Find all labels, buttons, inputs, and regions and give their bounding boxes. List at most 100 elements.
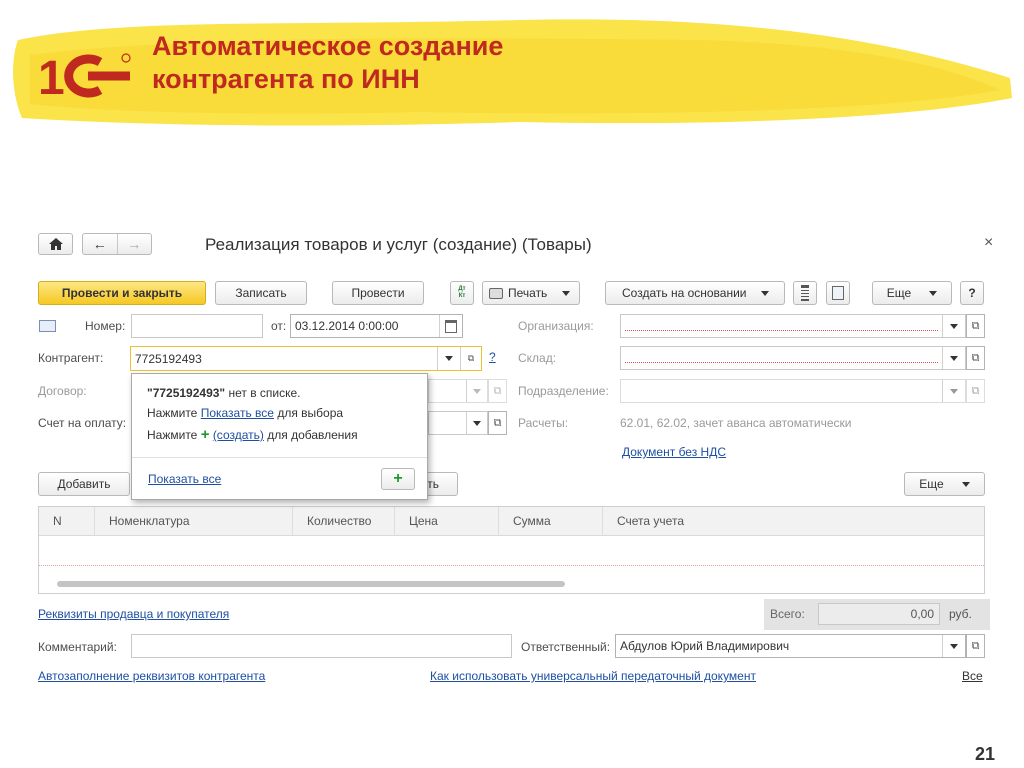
table-empty-row-line bbox=[39, 565, 984, 566]
report-button[interactable] bbox=[793, 281, 817, 305]
organization-field[interactable] bbox=[620, 314, 966, 338]
slide-title-line1: Автоматическое создание bbox=[152, 31, 504, 61]
post-and-close-button[interactable]: Провести и закрыть bbox=[38, 281, 206, 305]
popup-press-text: Нажмите bbox=[147, 406, 198, 420]
home-button[interactable] bbox=[38, 233, 73, 255]
post-button[interactable]: Провести bbox=[332, 281, 424, 305]
plus-icon: + bbox=[200, 426, 210, 443]
document-status-icon bbox=[39, 320, 56, 332]
goods-table[interactable]: N Номенклатура Количество Цена Сумма Сче… bbox=[38, 506, 985, 594]
invoice-open-button[interactable]: ⧉ bbox=[488, 411, 507, 435]
comment-field[interactable] bbox=[131, 634, 512, 658]
invoice-label: Счет на оплату: bbox=[38, 416, 127, 430]
column-quantity[interactable]: Количество bbox=[293, 507, 395, 535]
chevron-down-icon bbox=[473, 388, 481, 394]
back-button[interactable]: ← bbox=[83, 234, 118, 254]
division-open-button[interactable]: ⧉ bbox=[966, 379, 985, 403]
column-number[interactable]: N bbox=[39, 507, 95, 535]
popup-add-button[interactable]: + bbox=[381, 468, 415, 490]
date-label: от: bbox=[271, 319, 287, 333]
requisites-link[interactable]: Реквизиты продавца и покупателя bbox=[38, 607, 229, 621]
counterparty-dropdown[interactable] bbox=[437, 347, 460, 370]
responsible-open-button[interactable]: ⧉ bbox=[966, 634, 985, 658]
close-icon[interactable]: × bbox=[984, 234, 993, 252]
open-form-icon: ⧉ bbox=[467, 353, 475, 363]
arrow-left-icon: ← bbox=[92, 236, 107, 252]
popup-create-link[interactable]: (создать) bbox=[213, 428, 264, 442]
settlements-value: 62.01, 62.02, зачет аванса автоматически bbox=[620, 416, 852, 430]
svg-text:1: 1 bbox=[38, 52, 65, 100]
counterparty-label: Контрагент: bbox=[38, 351, 104, 365]
more-label: Еще bbox=[886, 286, 912, 300]
more-button[interactable]: Еще bbox=[872, 281, 952, 305]
warehouse-dropdown[interactable] bbox=[942, 347, 965, 369]
counterparty-field[interactable]: 7725192493 ⧉ bbox=[130, 346, 482, 371]
currency-label: руб. bbox=[949, 607, 972, 621]
organization-label: Организация: bbox=[518, 319, 594, 333]
popup-for-select-text: для выбора bbox=[277, 406, 344, 420]
print-label: Печать bbox=[508, 286, 548, 300]
home-icon bbox=[48, 238, 63, 250]
contract-dropdown[interactable] bbox=[466, 380, 487, 402]
nav-buttons: ← → bbox=[82, 233, 152, 255]
save-button[interactable]: Записать bbox=[215, 281, 307, 305]
division-field[interactable] bbox=[620, 379, 966, 403]
column-sum[interactable]: Сумма bbox=[499, 507, 603, 535]
create-based-on-button[interactable]: Создать на основании bbox=[605, 281, 785, 305]
chevron-down-icon bbox=[950, 355, 958, 361]
column-accounts[interactable]: Счета учета bbox=[603, 507, 984, 535]
table-header: N Номенклатура Количество Цена Сумма Сче… bbox=[39, 507, 984, 536]
all-link[interactable]: Все bbox=[962, 669, 983, 683]
chevron-down-icon bbox=[473, 420, 481, 426]
table-more-button[interactable]: Еще bbox=[904, 472, 985, 496]
document-button[interactable] bbox=[826, 281, 850, 305]
responsible-dropdown[interactable] bbox=[942, 635, 965, 657]
arrow-right-icon: → bbox=[127, 236, 142, 252]
open-form-icon: ⧉ bbox=[493, 384, 502, 397]
total-value: 0,00 bbox=[818, 603, 940, 625]
dtkt-button[interactable]: Дт Кт bbox=[450, 281, 474, 305]
popup-press-text: Нажмите bbox=[147, 428, 198, 442]
invoice-field[interactable] bbox=[428, 411, 488, 435]
date-field[interactable]: 03.12.2014 0:00:00 bbox=[290, 314, 463, 338]
page-number: 21 bbox=[975, 744, 996, 764]
counterparty-value: 7725192493 bbox=[135, 351, 202, 366]
counterparty-open-button[interactable]: ⧉ bbox=[460, 347, 481, 370]
contract-label: Договор: bbox=[38, 384, 87, 398]
total-label: Всего: bbox=[770, 607, 805, 621]
forward-button[interactable]: → bbox=[118, 234, 152, 254]
organization-open-button[interactable]: ⧉ bbox=[966, 314, 985, 338]
window-title: Реализация товаров и услуг (создание) (Т… bbox=[205, 235, 592, 254]
responsible-field[interactable]: Абдулов Юрий Владимирович bbox=[615, 634, 966, 658]
add-row-button[interactable]: Добавить bbox=[38, 472, 130, 496]
no-vat-link[interactable]: Документ без НДС bbox=[622, 445, 726, 459]
column-price[interactable]: Цена bbox=[395, 507, 499, 535]
required-underline bbox=[625, 315, 938, 331]
open-form-icon: ⧉ bbox=[971, 639, 980, 652]
chevron-down-icon bbox=[961, 481, 970, 487]
print-button[interactable]: Печать bbox=[482, 281, 580, 305]
popup-show-all-link[interactable]: Показать все bbox=[148, 472, 221, 486]
autofill-link[interactable]: Автозаполнение реквизитов контрагента bbox=[38, 669, 265, 683]
popup-show-all-inline-link[interactable]: Показать все bbox=[201, 406, 274, 420]
open-form-icon: ⧉ bbox=[493, 416, 502, 429]
warehouse-field[interactable] bbox=[620, 346, 966, 370]
organization-dropdown[interactable] bbox=[942, 315, 965, 337]
contract-field[interactable] bbox=[428, 379, 488, 403]
contract-open-button[interactable]: ⧉ bbox=[488, 379, 507, 403]
popup-show-all-line: Нажмите Показать все для выбора bbox=[147, 406, 343, 420]
horizontal-scrollbar[interactable] bbox=[57, 581, 565, 587]
warehouse-open-button[interactable]: ⧉ bbox=[966, 346, 985, 370]
chevron-down-icon bbox=[562, 290, 571, 296]
list-report-icon bbox=[801, 285, 809, 301]
counterparty-suggestion-popup: "7725192493" нет в списке. Нажмите Показ… bbox=[131, 373, 428, 500]
invoice-dropdown[interactable] bbox=[466, 412, 487, 434]
help-button[interactable]: ? bbox=[960, 281, 984, 305]
counterparty-help-link[interactable]: ? bbox=[489, 350, 496, 364]
number-field[interactable] bbox=[131, 314, 263, 338]
upd-help-link[interactable]: Как использовать универсальный передаточ… bbox=[430, 669, 756, 683]
division-dropdown[interactable] bbox=[942, 380, 965, 402]
column-nomenclature[interactable]: Номенклатура bbox=[95, 507, 293, 535]
plus-icon: + bbox=[393, 470, 403, 487]
calendar-button[interactable] bbox=[439, 315, 462, 337]
